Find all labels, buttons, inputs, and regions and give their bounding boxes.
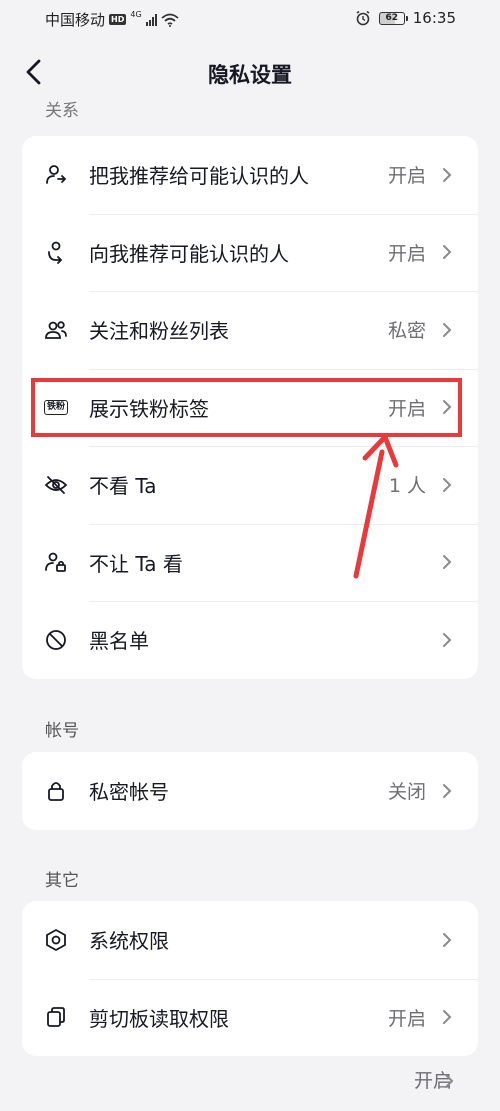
setting-row-private-account[interactable]: 私密帐号 关闭	[22, 752, 478, 830]
other-card: 系统权限 剪切板读取权限 开启	[22, 901, 478, 1056]
recommend-me-icon	[44, 163, 68, 187]
followers-icon	[44, 318, 68, 342]
wifi-icon	[161, 13, 179, 27]
section-label-account: 帐号	[45, 721, 79, 741]
setting-row-block-viewing[interactable]: 不让 Ta 看	[22, 523, 478, 602]
section-label-other: 其它	[45, 871, 79, 891]
setting-row-blacklist[interactable]: 黑名单	[22, 601, 478, 679]
setting-row-value: 开启	[387, 165, 426, 188]
setting-row-recommend-me[interactable]: 把我推荐给可能认识的人 开启	[22, 136, 478, 214]
chevron-right-icon	[443, 783, 452, 798]
carrier-name: 中国移动	[45, 11, 106, 29]
setting-row-clipboard[interactable]: 剪切板读取权限 开启	[22, 978, 478, 1057]
setting-row-hide-from[interactable]: 不看 Ta 1 人	[22, 446, 478, 524]
setting-row-label: 向我推荐可能认识的人	[89, 241, 289, 266]
chevron-right-icon	[443, 1010, 452, 1025]
alarm-icon	[356, 10, 370, 26]
signal-icon	[145, 13, 157, 26]
setting-row-recommend-to-me[interactable]: 向我推荐可能认识的人 开启	[22, 213, 478, 292]
chevron-right-icon	[443, 477, 452, 492]
setting-row-value: 开启	[387, 242, 426, 265]
eye-off-icon	[44, 473, 68, 497]
status-right: 62 16:35	[355, 9, 456, 27]
chevron-right-icon	[443, 555, 452, 570]
status-left: 中国移动 HD 4G	[45, 9, 179, 30]
clipboard-icon	[44, 1005, 68, 1029]
chevron-right-icon	[443, 245, 452, 260]
user-lock-icon	[44, 550, 68, 574]
status-bar: 中国移动 HD 4G 62 16:35	[0, 0, 500, 38]
battery-level: 62	[385, 12, 399, 23]
chevron-right-icon	[443, 632, 452, 647]
setting-row-value: 1 人	[388, 475, 426, 498]
annotation-highlight-box	[31, 378, 462, 437]
hexagon-settings-icon	[44, 928, 68, 952]
chevron-right-icon	[443, 932, 452, 947]
chevron-right-icon	[443, 322, 452, 337]
setting-row-label: 黑名单	[89, 629, 149, 654]
battery-indicator: 62	[378, 11, 408, 25]
lock-icon	[44, 779, 68, 803]
recommend-to-me-icon	[44, 240, 68, 265]
setting-row-value: 关闭	[387, 781, 426, 804]
setting-row-system-permissions[interactable]: 系统权限	[22, 901, 478, 979]
setting-row-followers-list[interactable]: 关注和粉丝列表 私密	[22, 291, 478, 369]
setting-row-label: 关注和粉丝列表	[89, 319, 229, 344]
block-icon	[44, 628, 68, 652]
setting-row-label: 私密帐号	[89, 780, 169, 805]
page-title: 隐私设置	[208, 63, 292, 87]
setting-row-label: 系统权限	[89, 929, 169, 954]
chevron-right-icon	[443, 167, 452, 182]
setting-row-label: 剪切板读取权限	[89, 1006, 229, 1031]
setting-row-label: 不让 Ta 看	[89, 551, 183, 576]
setting-row-label: 不看 Ta	[89, 474, 157, 499]
hd-badge: HD	[109, 14, 127, 25]
account-card: 私密帐号 关闭	[22, 752, 478, 830]
setting-row-value: 开启	[387, 1007, 426, 1030]
setting-row-label: 把我推荐给可能认识的人	[89, 164, 309, 189]
section-label-relations: 关系	[45, 101, 79, 118]
clock: 16:35	[412, 9, 456, 27]
network-type: 4G	[130, 10, 142, 19]
chevron-right-icon	[445, 1074, 454, 1088]
setting-row-value: 私密	[387, 320, 426, 343]
